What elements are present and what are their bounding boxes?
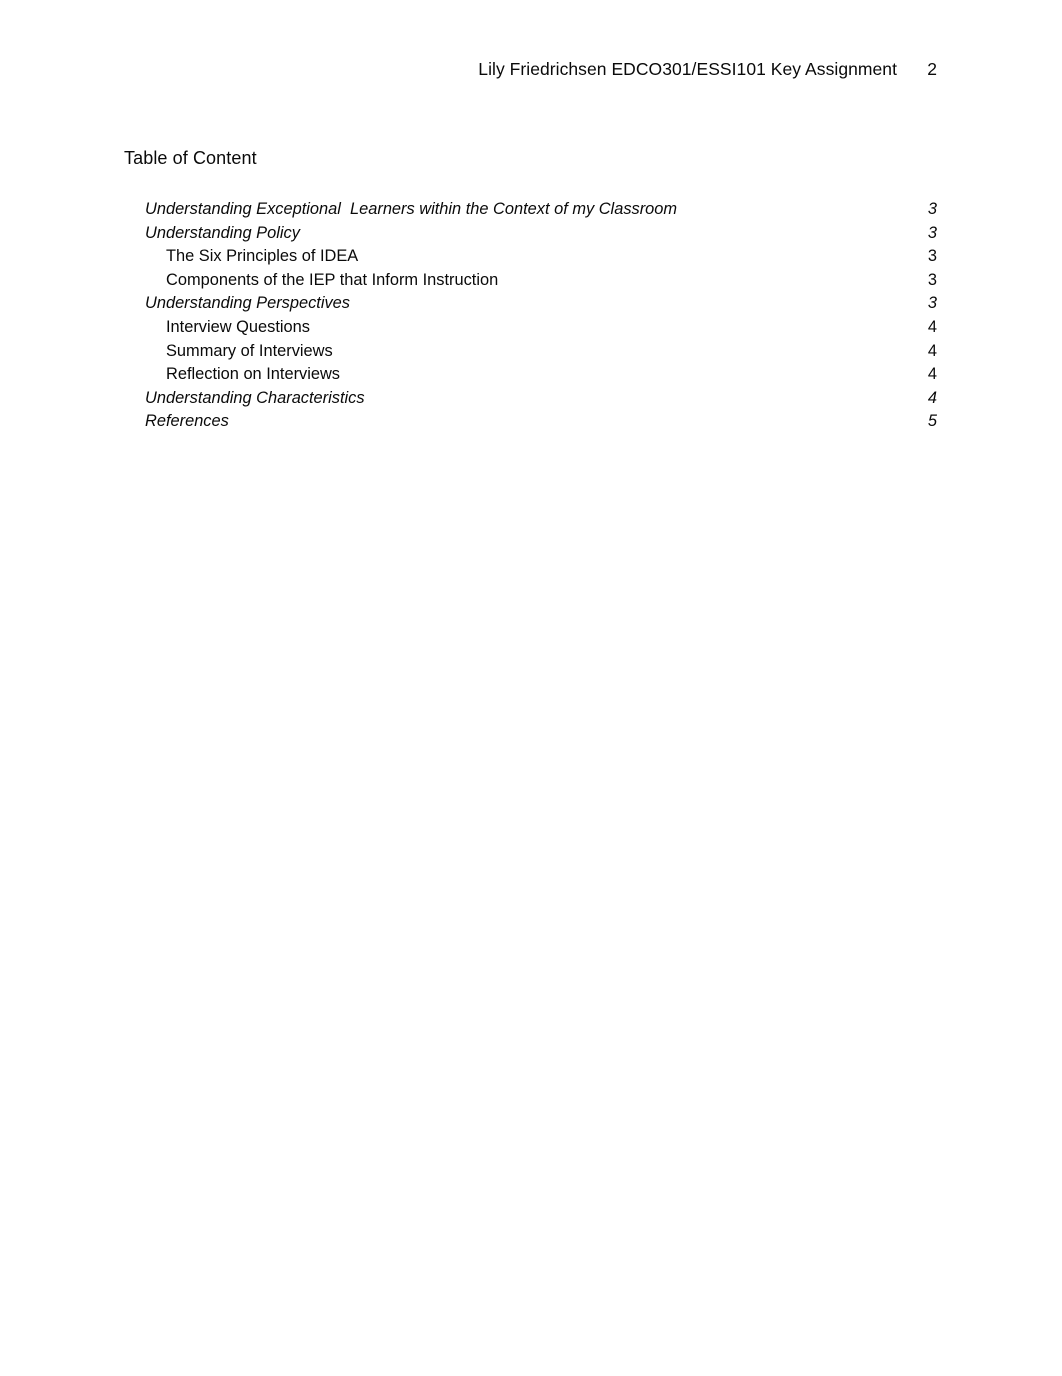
toc-entry-label: Understanding Perspectives (145, 294, 350, 313)
toc-entry-label: References (145, 412, 229, 431)
toc-entry[interactable]: Reflection on Interviews 4 (145, 363, 937, 387)
toc-entry-page-number: 3 (927, 223, 937, 242)
toc-entry[interactable]: Understanding Exceptional Learners withi… (145, 198, 937, 222)
toc-entry-page-number: 3 (927, 247, 937, 266)
toc-entry-label: Summary of Interviews (166, 341, 333, 360)
toc-entry-page-number: 3 (927, 270, 937, 289)
toc-entry-page-number: 4 (927, 388, 937, 407)
toc-entry-label: Interview Questions (166, 317, 310, 336)
document-page: Lily Friedrichsen EDCO301/ESSI101 Key As… (0, 0, 1062, 1376)
toc-entry[interactable]: References 5 (145, 410, 937, 434)
toc-entry[interactable]: The Six Principles of IDEA 3 (145, 245, 937, 269)
running-header: Lily Friedrichsen EDCO301/ESSI101 Key As… (0, 58, 1062, 84)
toc-entry-page-number: 3 (927, 200, 937, 218)
toc-entry-page-number: 5 (927, 412, 937, 431)
toc-entry[interactable]: Understanding Characteristics 4 (145, 387, 937, 411)
toc-entry-label: Understanding Policy (145, 223, 300, 242)
toc-entry-label: Understanding Characteristics (145, 388, 365, 407)
toc-entry[interactable]: Interview Questions 4 (145, 316, 937, 340)
toc-entry[interactable]: Understanding Perspectives 3 (145, 292, 937, 316)
page-title: Table of Content (124, 148, 257, 168)
toc-entry-label: Understanding Exceptional Learners withi… (145, 200, 678, 218)
toc-entry-page-number: 4 (927, 341, 937, 360)
toc-entry[interactable]: Understanding Policy 3 (145, 222, 937, 246)
toc-entry-page-number: 3 (927, 294, 937, 313)
toc-entry-page-number: 4 (927, 365, 937, 384)
toc-entry[interactable]: Summary of Interviews 4 (145, 340, 937, 364)
toc-entry-label: Components of the IEP that Inform Instru… (166, 270, 499, 289)
table-of-contents: Understanding Exceptional Learners withi… (145, 198, 937, 434)
toc-entry[interactable]: Components of the IEP that Inform Instru… (145, 269, 937, 293)
header-title: Lily Friedrichsen EDCO301/ESSI101 Key As… (478, 59, 897, 79)
header-page-number: 2 (927, 59, 937, 79)
toc-entry-label: Reflection on Interviews (166, 365, 341, 384)
toc-entry-label: The Six Principles of IDEA (166, 247, 359, 266)
toc-entry-page-number: 4 (927, 317, 937, 336)
